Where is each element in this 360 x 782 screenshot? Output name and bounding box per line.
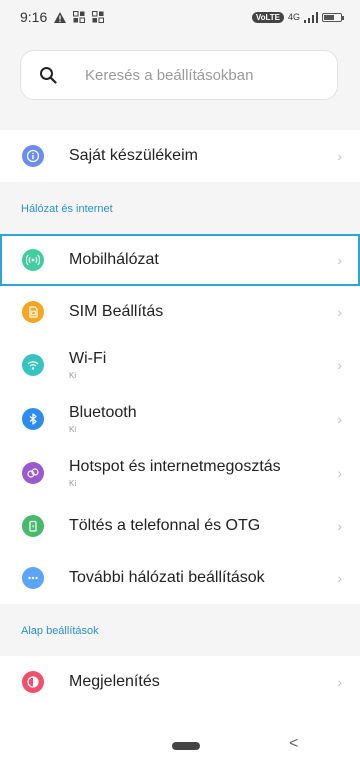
clock: 9:16 bbox=[20, 9, 48, 25]
signal-icon bbox=[304, 11, 318, 23]
settings-item-label: Hotspot és internetmegosztás bbox=[69, 458, 281, 475]
settings-item[interactable]: Mobilhálózat › bbox=[0, 234, 360, 286]
settings-list: Saját készülékeim › Hálózat és internet Mob… bbox=[0, 120, 360, 708]
navigation-bar: < bbox=[0, 730, 360, 782]
settings-item[interactable]: Töltés a telefonnal és OTG › bbox=[0, 500, 360, 552]
antenna-icon bbox=[22, 249, 44, 271]
sim-card-icon bbox=[22, 301, 44, 323]
volte-badge: VoLTE bbox=[251, 11, 284, 23]
home-button[interactable] bbox=[172, 742, 200, 750]
sim-data-icon bbox=[92, 11, 105, 23]
hotspot-icon bbox=[22, 462, 44, 484]
section-header: Hálózat és internet bbox=[0, 182, 360, 234]
battery-icon bbox=[322, 12, 344, 22]
more-icon bbox=[22, 567, 44, 589]
settings-item-status: Ki bbox=[69, 479, 77, 488]
chevron-right-icon: › bbox=[337, 148, 342, 164]
settings-item[interactable]: Wi-Fi Ki › bbox=[0, 338, 360, 392]
info-icon bbox=[22, 145, 44, 167]
chevron-right-icon: › bbox=[337, 252, 342, 268]
sim-data-icon bbox=[73, 11, 86, 23]
section-header: Alap beállítások bbox=[0, 604, 360, 656]
display-icon bbox=[22, 671, 44, 693]
settings-item-label: Megjelenítés bbox=[69, 673, 160, 690]
settings-item[interactable]: SIM Beállítás › bbox=[0, 286, 360, 338]
chevron-right-icon: › bbox=[337, 357, 342, 373]
chevron-right-icon: › bbox=[337, 570, 342, 586]
settings-item-label: Töltés a telefonnal és OTG bbox=[69, 517, 261, 534]
back-icon[interactable]: < bbox=[289, 735, 298, 753]
alert-icon bbox=[54, 11, 67, 23]
settings-item-label: Bluetooth bbox=[69, 404, 137, 421]
chevron-right-icon: › bbox=[337, 674, 342, 690]
settings-item[interactable]: Bluetooth Ki › bbox=[0, 392, 360, 446]
settings-item-status: Ki bbox=[69, 371, 77, 380]
settings-item[interactable]: Megjelenítés › bbox=[0, 656, 360, 708]
settings-item-label: Wi-Fi bbox=[69, 350, 107, 367]
settings-item[interactable]: Hotspot és internetmegosztás Ki › bbox=[0, 446, 360, 500]
chevron-right-icon: › bbox=[337, 411, 342, 427]
settings-item-label: Saját készülékeim bbox=[69, 147, 198, 164]
chevron-right-icon: › bbox=[337, 465, 342, 481]
charging-icon bbox=[22, 515, 44, 537]
settings-item-status: Ki bbox=[69, 425, 77, 434]
chevron-right-icon: › bbox=[337, 304, 342, 320]
search-icon bbox=[40, 67, 57, 84]
status-bar: 9:16 VoLTE 4G bbox=[0, 0, 360, 34]
header bbox=[0, 34, 360, 120]
search-input[interactable] bbox=[85, 66, 305, 84]
settings-item-label: Mobilhálózat bbox=[69, 251, 159, 268]
network-type: 4G bbox=[287, 12, 300, 22]
wifi-icon bbox=[22, 354, 44, 376]
settings-item-label: További hálózati beállítások bbox=[69, 569, 265, 586]
settings-item[interactable]: További hálózati beállítások › bbox=[0, 552, 360, 604]
chevron-right-icon: › bbox=[337, 518, 342, 534]
settings-item-label: SIM Beállítás bbox=[69, 303, 164, 320]
search-bar[interactable] bbox=[20, 50, 338, 100]
settings-item[interactable]: Saját készülékeim › bbox=[0, 130, 360, 182]
bluetooth-icon bbox=[22, 408, 44, 430]
